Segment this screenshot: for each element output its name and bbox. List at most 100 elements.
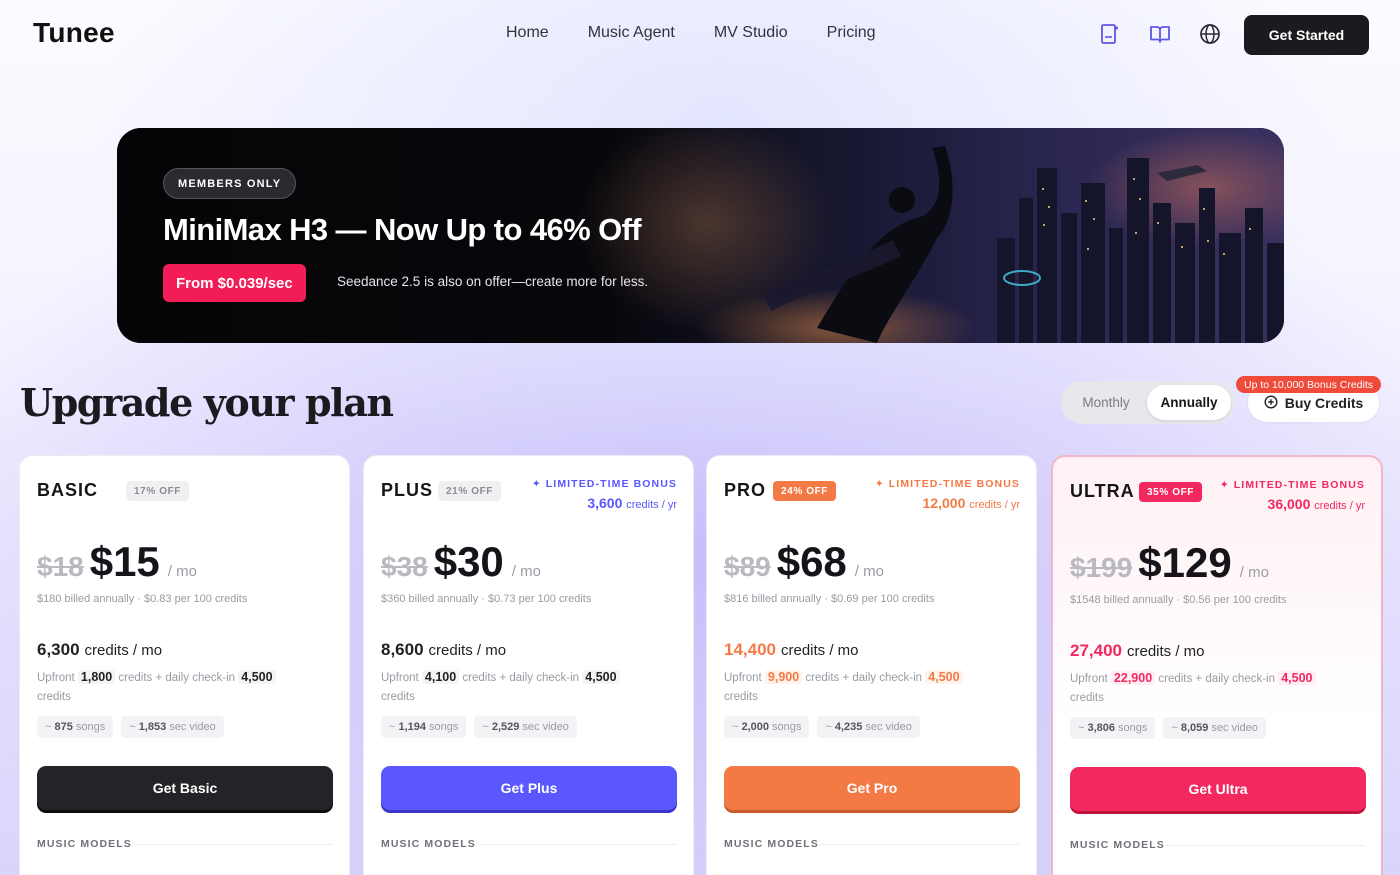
usage-chips: ~ 1,194 songs ~ 2,529 sec video bbox=[381, 716, 577, 738]
plan-card-ultra: ULTRA 35% OFF ✦ LIMITED-TIME BONUS 36,00… bbox=[1051, 455, 1383, 875]
bonus-value: 3,600 credits / yr bbox=[532, 495, 677, 511]
bonus-label: ✦ LIMITED-TIME BONUS bbox=[531, 478, 677, 490]
plan-card-basic: BASIC 17% OFF $18 $15 / mo $180 billed a… bbox=[19, 455, 350, 875]
nav-link-music-agent[interactable]: Music Agent bbox=[588, 24, 675, 42]
upfront-mid: credits + daily check-in bbox=[118, 672, 236, 684]
original-price: $18 bbox=[37, 551, 84, 582]
usage-chips: ~ 3,806 songs ~ 8,059 sec video bbox=[1070, 717, 1266, 739]
checkin-amount: 4,500 bbox=[238, 670, 276, 684]
songs-chip: ~ 2,000 songs bbox=[724, 716, 810, 738]
original-price: $89 bbox=[724, 551, 771, 582]
usage-chips: ~ 875 songs ~ 1,853 sec video bbox=[37, 716, 224, 738]
discount-badge: 35% OFF bbox=[1139, 482, 1202, 502]
limited-bonus: ✦ LIMITED-TIME BONUS 12,000 credits / yr bbox=[875, 478, 1020, 511]
bonus-amount: 36,000 bbox=[1267, 496, 1311, 512]
video-seconds: 2,529 bbox=[491, 721, 520, 733]
price-period: / mo bbox=[854, 563, 884, 580]
billing-details: $1548 billed annually · $0.56 per 100 cr… bbox=[1070, 594, 1287, 606]
bonus-label: ✦ LIMITED-TIME BONUS bbox=[1219, 479, 1365, 491]
upfront-amount: 1,800 bbox=[77, 670, 116, 684]
credits-amount: 8,600 bbox=[381, 640, 424, 659]
usage-chips: ~ 2,000 songs ~ 4,235 sec video bbox=[724, 716, 920, 738]
get-basic-button[interactable]: Get Basic bbox=[37, 766, 333, 810]
toggle-annually[interactable]: Annually bbox=[1147, 385, 1231, 420]
video-label: sec video bbox=[169, 721, 216, 733]
bonus-unit: credits / yr bbox=[1314, 500, 1365, 512]
songs-label: songs bbox=[429, 721, 459, 733]
divider bbox=[476, 844, 677, 845]
original-price: $199 bbox=[1070, 552, 1133, 583]
credits-unit: credits / mo bbox=[1127, 643, 1205, 660]
songs-chip: ~ 1,194 songs bbox=[381, 716, 467, 738]
discount-badge: 17% OFF bbox=[126, 481, 189, 501]
get-ultra-button[interactable]: Get Ultra bbox=[1070, 767, 1366, 811]
upfront-amount: 4,100 bbox=[421, 670, 460, 684]
nav-link-home[interactable]: Home bbox=[506, 24, 549, 42]
promo-banner[interactable]: MEMBERS ONLY MiniMax H3 — Now Up to 46% … bbox=[117, 128, 1284, 343]
get-started-button[interactable]: Get Started bbox=[1244, 15, 1369, 55]
upfront-prefix: Upfront bbox=[381, 672, 419, 684]
credits-amount: 6,300 bbox=[37, 640, 80, 659]
current-price: $30 bbox=[433, 538, 504, 585]
upfront-prefix: Upfront bbox=[1070, 673, 1108, 685]
video-seconds: 4,235 bbox=[834, 721, 863, 733]
toggle-monthly[interactable]: Monthly bbox=[1065, 385, 1147, 420]
video-label: sec video bbox=[1211, 722, 1258, 734]
limited-bonus: ✦ LIMITED-TIME BONUS 36,000 credits / yr bbox=[1220, 479, 1365, 512]
songs-label: songs bbox=[1118, 722, 1148, 734]
songs-count: 875 bbox=[54, 721, 73, 733]
page-title: Upgrade your plan bbox=[20, 380, 394, 425]
credits-unit: credits / mo bbox=[428, 642, 507, 659]
bonus-value: 12,000 credits / yr bbox=[875, 495, 1020, 511]
monthly-credits: 14,400 credits / mo bbox=[724, 640, 859, 660]
logo[interactable]: Tunee bbox=[33, 17, 115, 49]
members-only-badge: MEMBERS ONLY bbox=[163, 168, 297, 199]
plan-name: ULTRA bbox=[1070, 481, 1135, 501]
banner-title: MiniMax H3 — Now Up to 46% Off bbox=[163, 212, 642, 247]
original-price: $38 bbox=[381, 551, 428, 582]
bonus-label: ✦ LIMITED-TIME BONUS bbox=[874, 478, 1020, 490]
get-plus-button[interactable]: Get Plus bbox=[381, 766, 677, 810]
plan-name: PRO bbox=[724, 480, 767, 500]
divider bbox=[819, 844, 1020, 845]
discount-badge: 24% OFF bbox=[773, 481, 836, 501]
price-period: / mo bbox=[167, 563, 197, 580]
upfront-credits: Upfront 4,100 credits + daily check-in 4… bbox=[381, 668, 671, 707]
top-navigation: Tunee Home Music Agent MV Studio Pricing… bbox=[0, 0, 1400, 70]
book-icon[interactable] bbox=[1149, 22, 1171, 46]
upfront-mid: credits + daily check-in bbox=[1158, 673, 1276, 685]
section-label: MUSIC MODELS bbox=[381, 838, 476, 850]
nav-link-pricing[interactable]: Pricing bbox=[827, 24, 876, 42]
bonus-amount: 3,600 bbox=[587, 495, 623, 511]
banner-subtitle: Seedance 2.5 is also on offer—create mor… bbox=[337, 274, 649, 289]
add-document-icon[interactable] bbox=[1099, 22, 1121, 46]
upfront-suffix: credits bbox=[381, 691, 415, 703]
upfront-suffix: credits bbox=[724, 691, 758, 703]
price-row: $38 $30 / mo bbox=[381, 538, 541, 586]
divider bbox=[1165, 845, 1365, 846]
video-label: sec video bbox=[522, 721, 569, 733]
price-row: $89 $68 / mo bbox=[724, 538, 884, 586]
banner-price-badge: From $0.039/sec bbox=[163, 264, 306, 302]
songs-label: songs bbox=[772, 721, 802, 733]
get-pro-button[interactable]: Get Pro bbox=[724, 766, 1020, 810]
upfront-credits: Upfront 22,900 credits + daily check-in … bbox=[1070, 669, 1360, 708]
billing-details: $360 billed annually · $0.73 per 100 cre… bbox=[381, 593, 592, 605]
upfront-mid: credits + daily check-in bbox=[805, 672, 923, 684]
current-price: $15 bbox=[89, 538, 160, 585]
upfront-suffix: credits bbox=[1070, 692, 1104, 704]
nav-icon-group bbox=[1099, 22, 1221, 46]
section-label: MUSIC MODELS bbox=[724, 838, 819, 850]
globe-icon[interactable] bbox=[1199, 22, 1221, 46]
upfront-amount: 22,900 bbox=[1110, 671, 1156, 685]
video-chip: ~ 1,853 sec video bbox=[121, 716, 224, 738]
limited-bonus: ✦ LIMITED-TIME BONUS 3,600 credits / yr bbox=[532, 478, 677, 511]
bonus-amount: 12,000 bbox=[922, 495, 966, 511]
video-label: sec video bbox=[865, 721, 912, 733]
songs-chip: ~ 3,806 songs bbox=[1070, 717, 1156, 739]
credits-amount: 27,400 bbox=[1070, 641, 1122, 660]
nav-link-mv-studio[interactable]: MV Studio bbox=[714, 24, 788, 42]
nav-links: Home Music Agent MV Studio Pricing bbox=[506, 24, 915, 42]
section-label: MUSIC MODELS bbox=[37, 838, 132, 850]
checkin-amount: 4,500 bbox=[925, 670, 963, 684]
